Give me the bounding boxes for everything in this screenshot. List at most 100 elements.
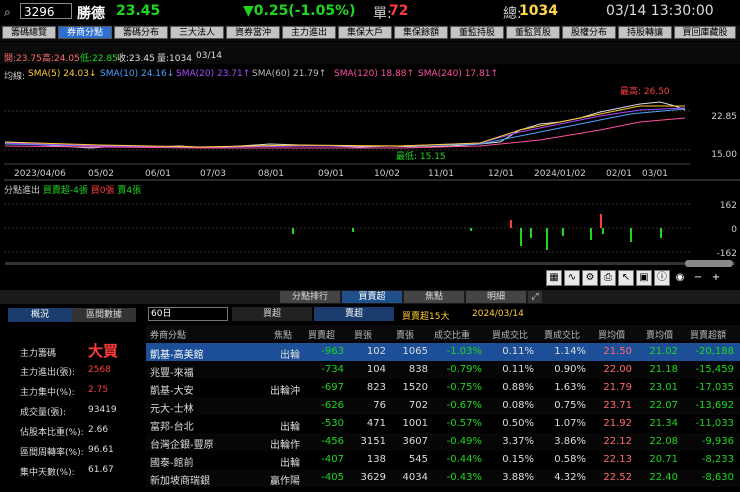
table-cell: -13,692 [695, 400, 734, 411]
tab-chip-distribution[interactable]: 籌碼分布 [114, 26, 168, 39]
summary-label-1: 主力進出(張): [20, 368, 76, 378]
tab-detail[interactable]: 明細 [466, 291, 526, 303]
tab-branch-ranking[interactable]: 分點排行 [280, 291, 340, 303]
tab-director-holdings[interactable]: 董監持股 [450, 26, 504, 39]
settings-icon[interactable]: ⚙ [582, 270, 598, 286]
sma60-legend: SMA(60) 21.79↑ [252, 69, 327, 79]
table-cell: 1065 [402, 346, 428, 357]
tab-buyback[interactable]: 買回庫藏股 [674, 26, 736, 39]
info-icon[interactable]: ⓘ [654, 270, 670, 286]
print-icon[interactable]: ⎙ [600, 270, 616, 286]
table-cell: 1.63% [554, 382, 586, 393]
main-tabs: 籌碼總覽 券商分點 籌碼分布 三大法人 資券當沖 主力進出 集保大戶 集保餘額 … [0, 25, 740, 41]
x-tick-6: 10/02 [374, 169, 400, 179]
search-icon[interactable]: ⌕ [4, 5, 18, 19]
table-cell: -530 [321, 418, 344, 429]
sell-filter[interactable]: 賣超 [314, 307, 394, 321]
table-cell: 102 [366, 346, 386, 357]
table-row[interactable]: 新加坡商瑞銀 贏作陽 -405 3629 4034 -0.43% 3.88% 4.32% 22.… [146, 469, 740, 487]
table-cell: 1.07% [554, 418, 586, 429]
sub-tabs: 分點排行 買賣超 焦點 明細 ⤢ [0, 290, 740, 304]
chart-toolbar: ▦ ∿ ⚙ ⎙ ↖ ▣ ⓘ ◉ − + [546, 270, 740, 287]
table-row[interactable]: 元大-士林 -626 76 702 -0.67% 0.08% 0.75% 23.71 22.07… [146, 397, 740, 415]
tab-range-data[interactable]: 區間數據 [72, 308, 136, 322]
table-cell: 凱基-大安 [150, 386, 194, 397]
tab-institutional[interactable]: 三大法人 [170, 26, 224, 39]
ohlc-date: 03/14 [196, 51, 222, 61]
price-chart[interactable]: 22.85 15.00 最高: 26.50 最低: 15.15 2023/04/… [0, 64, 740, 260]
table-cell: 0.50% [502, 418, 534, 429]
cursor-icon[interactable]: ↖ [618, 270, 634, 286]
sma10-legend: SMA(10) 24.16↓ [100, 69, 175, 79]
table-row[interactable]: 凱基-高美館 出輪 -963 102 1065 -1.03% 0.11% 1.14% 21.50… [146, 343, 740, 361]
ohlc-volume: 量:1034 [157, 54, 192, 64]
ohlc-bar: 開:23.75 高:24.05 低:22.85 收:23.45 量:1034 0… [0, 42, 740, 65]
tab-custody-balance[interactable]: 集保餘額 [394, 26, 448, 39]
summary-value-2: 2.75 [88, 385, 109, 395]
table-cell: 1520 [402, 382, 428, 393]
table-cell: 22.52 [603, 472, 632, 483]
sma5-legend: SMA(5) 24.03↓ [28, 69, 97, 79]
table-cell: 838 [408, 364, 428, 375]
table-cell: -0.75% [446, 382, 482, 393]
minus-icon[interactable]: − [690, 270, 706, 286]
plus-icon[interactable]: + [708, 270, 724, 286]
tab-net-buy-sell[interactable]: 買賣超 [342, 291, 402, 303]
tab-broker-branch[interactable]: 券商分點 [58, 26, 112, 39]
x-tick-4: 08/01 [258, 169, 284, 179]
eye-icon[interactable]: ◉ [672, 270, 688, 286]
grid-icon[interactable]: ▦ [546, 270, 562, 286]
tab-share-transfer[interactable]: 持股轉讓 [618, 26, 672, 39]
table-cell: 22.00 [603, 364, 632, 375]
tab-custody-holders[interactable]: 集保大戶 [338, 26, 392, 39]
col-sell-avg: 賣均價 [646, 331, 674, 341]
table-cell: 0.11% [502, 346, 534, 357]
table-cell: 21.79 [603, 382, 632, 393]
table-cell: 22.12 [603, 436, 632, 447]
zoom-icon[interactable]: ∿ [564, 270, 580, 286]
quote-header: ⌕ 3296 勝德 23.45 ▼0.25(-1.05%) 單: 72 總: 1… [0, 0, 740, 24]
tab-director-pledge[interactable]: 董監質股 [506, 26, 560, 39]
table-row[interactable]: 兆豐-來福 -734 104 838 -0.79% 0.11% 0.90% 22.00 21.1… [146, 361, 740, 379]
table-cell: -9,936 [701, 436, 734, 447]
scroll-thumb[interactable] [685, 260, 733, 267]
stock-code-input[interactable]: 3296 [20, 3, 72, 19]
table-cell: 3629 [360, 472, 386, 483]
col-broker: 券商分點 [150, 331, 187, 341]
table-row[interactable]: 台灣企銀-豐原出輪作沖-45631513607-0.49%3.37%3.86%2… [146, 433, 740, 466]
tab-margin-daytrade[interactable]: 資券當沖 [226, 26, 280, 39]
table-cell: 20.71 [649, 454, 678, 465]
summary-panel: 概況 區間數據 主力籌碼 大買 主力進出(張): 2568 主力集中(%): 2… [0, 305, 143, 492]
table-cell: 0.08% [502, 400, 534, 411]
table-cell: 21.18 [649, 364, 678, 375]
save-icon[interactable]: ▣ [636, 270, 652, 286]
x-tick-1: 05/02 [88, 169, 114, 179]
table-cell: 4034 [402, 472, 428, 483]
period-select[interactable]: 60日 [148, 307, 228, 321]
tab-overview[interactable]: 概況 [8, 308, 72, 322]
tab-focus[interactable]: 焦點 [404, 291, 464, 303]
table-cell: 0.11% [502, 364, 534, 375]
expand-icon[interactable]: ⤢ [528, 291, 542, 303]
buy-filter[interactable]: 買超 [232, 307, 312, 321]
table-cell: 出輪 [280, 422, 300, 433]
tab-chip-overview[interactable]: 籌碼總覽 [2, 26, 56, 39]
col-sell-ratio: 賣成交比 [544, 331, 581, 341]
col-amount: 買賣超額 [690, 331, 727, 341]
table-cell: 兆豐-來福 [150, 368, 194, 379]
table-cell: 545 [408, 454, 428, 465]
table-cell: 21.92 [603, 418, 632, 429]
table-row[interactable]: 國泰-館前 出輪 -407 138 545 -0.44% 0.15% 0.58% 22.13 20… [146, 451, 740, 469]
chart-scrollbar[interactable] [5, 260, 740, 268]
high-value: 高:24.05 [42, 54, 80, 64]
sma-label: 均線: [4, 72, 26, 82]
x-tick-10: 02/01 [606, 169, 632, 179]
table-row[interactable]: 富邦-台北 出輪 -530 471 1001 -0.57% 0.50% 1.07% 21.92 2… [146, 415, 740, 433]
table-cell: 富邦-台北 [150, 422, 194, 433]
filter-summary: 買賣超15大 [402, 312, 450, 322]
tab-equity-distribution[interactable]: 股權分布 [562, 26, 616, 39]
summary-value-1: 2568 [88, 365, 111, 375]
table-cell: 23.01 [649, 382, 678, 393]
tab-main-force[interactable]: 主力進出 [282, 26, 336, 39]
table-row[interactable]: 凱基-大安 出輪沖 -697 823 1520 -0.75% 0.88% 1.63% 21.79… [146, 379, 740, 397]
